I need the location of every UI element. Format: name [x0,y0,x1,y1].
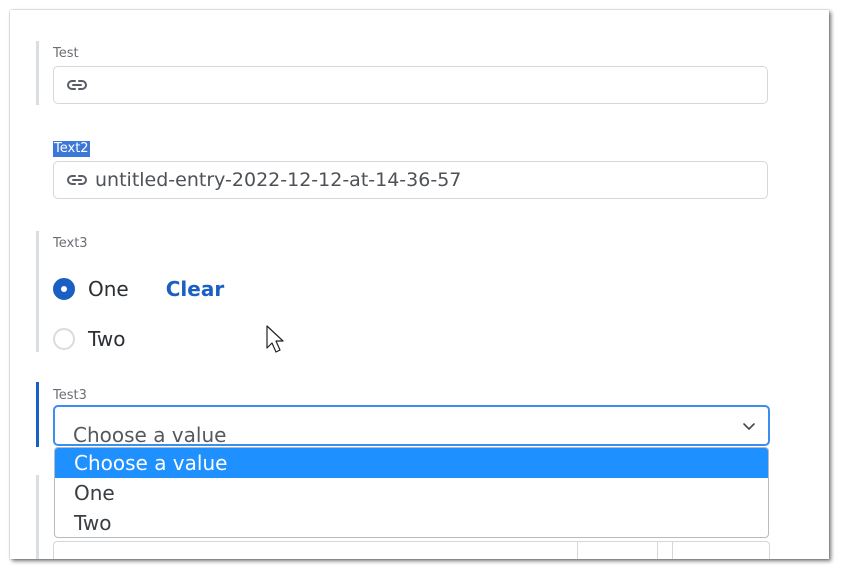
test-url-input[interactable] [53,66,768,104]
select-dropdown-list: Choose a value One Two [54,447,769,538]
select-option-two[interactable]: Two [55,508,768,537]
field-label-test3: Test3 [53,388,87,403]
form-window: Test Text2 untitled-entry-2022-12-12-at-… [10,10,829,559]
next-field-input[interactable] [53,541,770,559]
radio-option-two[interactable]: Two [53,327,126,351]
link-icon [65,168,89,192]
mouse-pointer-icon [266,325,286,358]
select-option-choose[interactable]: Choose a value [55,448,768,478]
input-divider [657,542,658,559]
link-icon [65,73,89,97]
radio-label-two: Two [88,327,126,351]
field-label-text3: Text3 [53,236,88,251]
radio-label-one: One [88,277,129,301]
radio-button-unchecked[interactable] [53,328,75,350]
field-indicator-active [36,382,39,447]
field-label-text2: Text2 [53,141,90,157]
value-select[interactable]: Choose a value [53,405,770,446]
input-divider [577,542,578,559]
radio-button-checked[interactable] [53,278,75,300]
input-divider [672,542,673,559]
clear-button[interactable]: Clear [166,277,224,301]
field-indicator [36,475,39,559]
select-option-one[interactable]: One [55,478,768,508]
text2-url-input[interactable]: untitled-entry-2022-12-12-at-14-36-57 [53,161,768,199]
radio-option-one[interactable]: One Clear [53,277,224,301]
field-indicator [36,231,39,352]
select-current-value: Choose a value [73,423,227,446]
text2-url-value: untitled-entry-2022-12-12-at-14-36-57 [95,169,462,191]
field-label-test: Test [53,46,79,61]
field-indicator [36,41,39,105]
chevron-down-icon [742,419,756,438]
